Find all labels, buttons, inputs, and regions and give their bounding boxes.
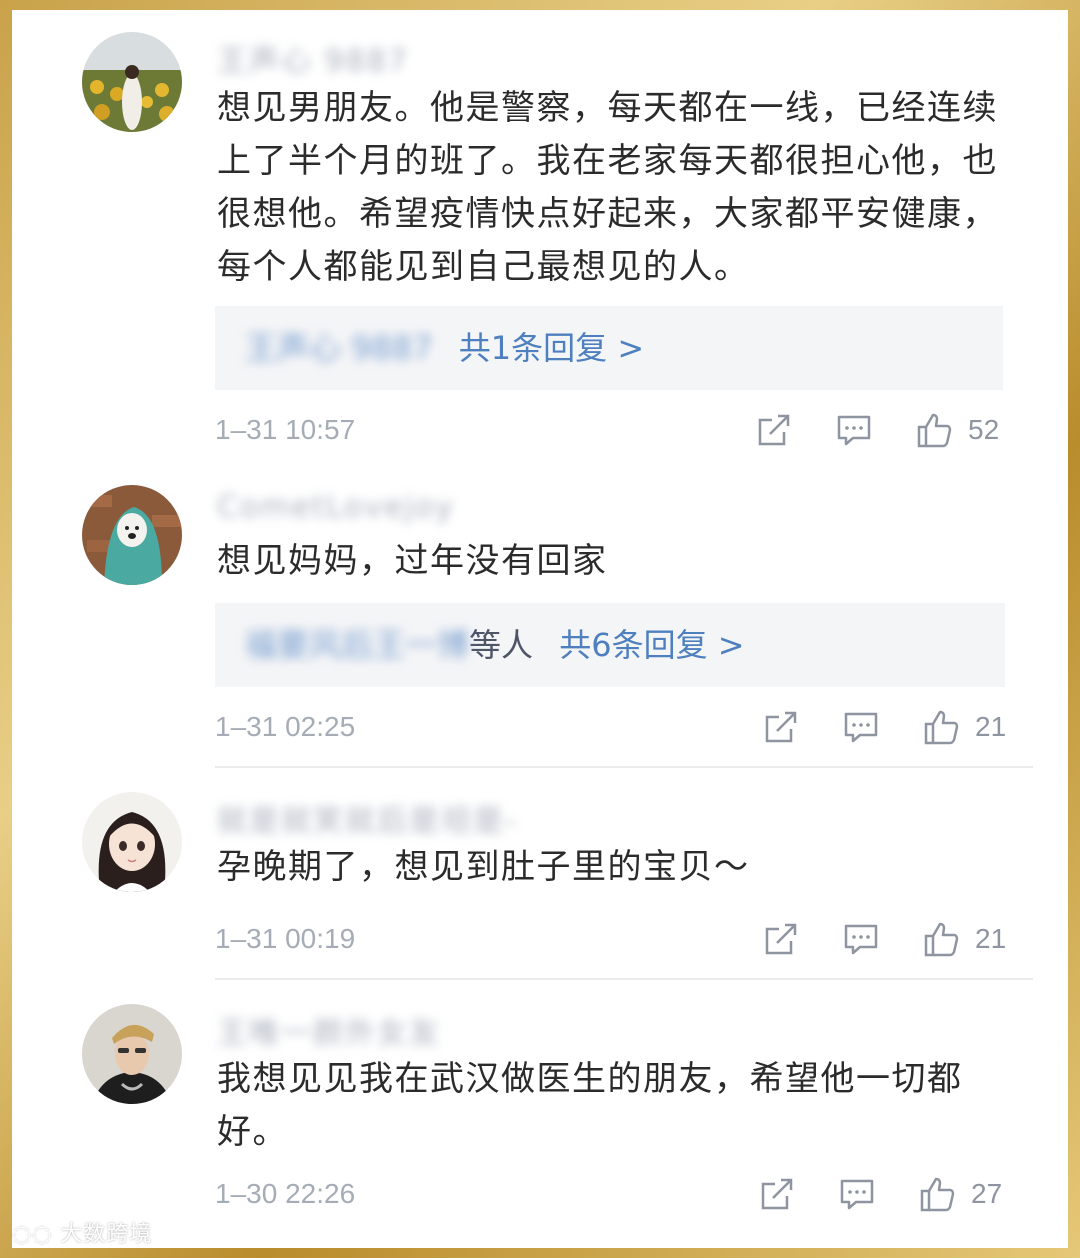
share-icon[interactable] (761, 707, 801, 747)
comment-text: 想见男朋友。他是警察，每天都在一线，已经连续上了半个月的班了。我在老家每天都很担… (217, 88, 998, 287)
timestamp: 1–30 22:26 (215, 1178, 356, 1209)
timestamp: 1–31 10:57 (215, 414, 356, 445)
avatar[interactable] (82, 485, 182, 585)
reply-summary[interactable]: 福要风后王一博等人 共6条回复 > (215, 603, 1005, 687)
comment-list: 王声心 9887 想见男朋友。他是警察，每天都在一线，已经连续上了半个月的班了。… (12, 10, 1068, 1248)
comment-icon[interactable] (837, 1174, 877, 1214)
username[interactable]: CometLovejoy (217, 490, 455, 525)
like-count: 27 (971, 1178, 1003, 1209)
reply-etc: 等人 (469, 626, 534, 664)
divider (215, 766, 1033, 768)
reply-users: 福要风后王一博 (245, 626, 470, 664)
like-icon[interactable] (921, 919, 961, 959)
reply-summary[interactable]: 王声心 9887 共1条回复 > (215, 306, 1003, 390)
share-icon[interactable] (757, 1174, 797, 1214)
comment-meta: 1–31 00:19 21 (12, 919, 1068, 959)
watermark-text: 大数跨境 (60, 1222, 153, 1247)
divider (215, 978, 1033, 980)
comment-icon[interactable] (834, 410, 874, 450)
username[interactable]: 王唯一颜外女友 (217, 1008, 441, 1052)
watermark-logo-icon: ◌◌ (12, 1222, 53, 1247)
timestamp: 1–31 02:25 (215, 711, 356, 742)
reply-users: 王声心 9887 (245, 329, 433, 367)
comment-meta: 1–31 02:25 21 (12, 707, 1068, 747)
comment-text: 孕晚期了，想见到肚子里的宝贝～ (217, 847, 750, 887)
reply-count-link[interactable]: 共6条回复 > (559, 626, 744, 664)
timestamp: 1–31 00:19 (215, 923, 356, 954)
username[interactable]: 王声心 9887 (217, 36, 409, 80)
share-icon[interactable] (754, 410, 794, 450)
like-icon[interactable] (914, 410, 954, 450)
avatar[interactable] (82, 792, 182, 892)
comment-text: 想见妈妈，过年没有回家 (217, 541, 608, 581)
comment-meta: 1–31 10:57 52 (12, 410, 1068, 450)
share-icon[interactable] (761, 919, 801, 959)
like-count: 52 (968, 414, 1000, 445)
comment-meta: 1–30 22:26 27 (12, 1174, 1068, 1214)
username[interactable]: 就是就笑就后是坦是- (217, 796, 518, 840)
reply-count-link[interactable]: 共1条回复 > (459, 329, 644, 367)
like-count: 21 (975, 923, 1007, 954)
avatar[interactable] (82, 1004, 182, 1104)
comment-icon[interactable] (841, 707, 881, 747)
comment-text: 我想见见我在武汉做医生的朋友，希望他一切都好。 (217, 1059, 963, 1152)
comment-icon[interactable] (841, 919, 881, 959)
like-count: 21 (975, 711, 1007, 742)
like-icon[interactable] (917, 1174, 957, 1214)
avatar[interactable] (82, 32, 182, 132)
like-icon[interactable] (921, 707, 961, 747)
watermark: ◌◌ 大数跨境 (12, 1216, 152, 1248)
